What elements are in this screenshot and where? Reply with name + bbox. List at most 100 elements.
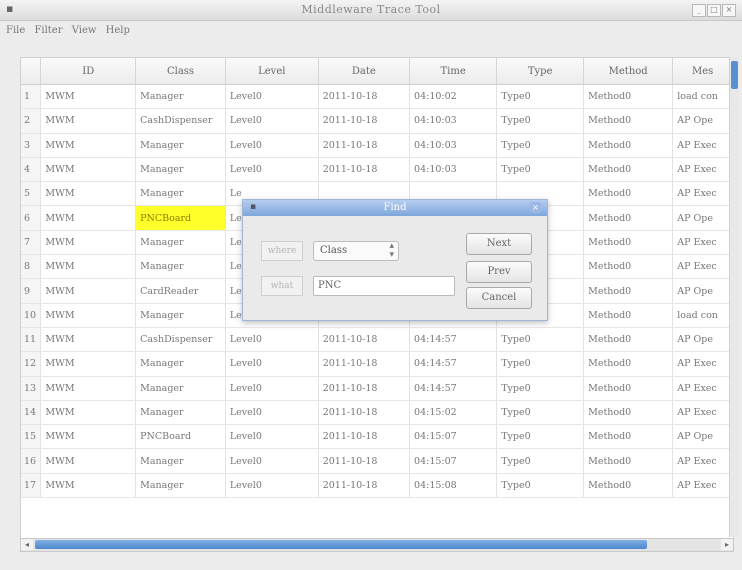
- table-cell[interactable]: Level0: [225, 448, 319, 474]
- row-number[interactable]: 15: [21, 424, 42, 450]
- table-cell[interactable]: Level0: [225, 108, 319, 134]
- table-row[interactable]: 14 MWM Manager Level0 2011-10-18 04:15:02 Type…: [21, 400, 733, 426]
- table-cell[interactable]: Method0: [583, 351, 674, 377]
- table-cell[interactable]: CashDispenser: [135, 327, 226, 353]
- table-cell[interactable]: Type0: [496, 84, 585, 110]
- vertical-scroll-thumb[interactable]: [731, 61, 738, 89]
- table-cell[interactable]: 2011-10-18: [318, 108, 411, 134]
- table-cell[interactable]: AP Exec: [672, 133, 733, 158]
- table-row[interactable]: 2 MWM CashDispenser Level0 2011-10-18 04:10:0…: [21, 108, 733, 134]
- table-row[interactable]: 1 MWM Manager Level0 2011-10-18 04:10:02 Type0…: [21, 84, 733, 110]
- table-cell[interactable]: Method0: [583, 205, 674, 231]
- table-cell[interactable]: Level0: [225, 327, 319, 353]
- table-cell[interactable]: AP Exec: [672, 157, 733, 183]
- table-cell[interactable]: AP Exec: [672, 473, 733, 499]
- table-cell[interactable]: Manager: [135, 303, 226, 328]
- table-cell[interactable]: MWM: [40, 181, 137, 207]
- where-select[interactable]: Class ▴ ▾: [313, 241, 399, 261]
- table-cell[interactable]: Level0: [225, 351, 319, 377]
- table-cell[interactable]: AP Exec: [672, 351, 733, 377]
- table-cell[interactable]: Manager: [135, 351, 226, 377]
- what-input[interactable]: PNC: [313, 276, 455, 296]
- table-cell[interactable]: Method0: [583, 254, 674, 280]
- table-cell[interactable]: AP Exec: [672, 254, 733, 280]
- table-cell[interactable]: MWM: [40, 351, 137, 377]
- table-cell[interactable]: Manager: [135, 133, 226, 158]
- table-cell[interactable]: Type0: [496, 400, 585, 426]
- table-row[interactable]: 15 MWM PNCBoard Level0 2011-10-18 04:15:07 Typ…: [21, 424, 733, 450]
- table-cell[interactable]: Level0: [225, 133, 319, 158]
- table-cell[interactable]: Level0: [225, 84, 319, 110]
- table-cell[interactable]: Manager: [135, 473, 226, 499]
- table-row[interactable]: 12 MWM Manager Level0 2011-10-18 04:14:57 Type…: [21, 351, 733, 377]
- table-cell[interactable]: MWM: [40, 424, 137, 450]
- table-cell[interactable]: Method0: [583, 327, 674, 353]
- table-cell[interactable]: 2011-10-18: [318, 84, 411, 110]
- table-cell[interactable]: AP Ope: [672, 424, 733, 450]
- column-header-method[interactable]: Method: [583, 58, 674, 85]
- table-cell[interactable]: Method0: [583, 303, 674, 328]
- table-cell[interactable]: AP Exec: [672, 448, 733, 474]
- table-cell[interactable]: 04:10:03: [409, 108, 498, 134]
- row-number[interactable]: 5: [21, 181, 42, 207]
- table-cell[interactable]: 2011-10-18: [318, 351, 411, 377]
- table-cell[interactable]: Method0: [583, 448, 674, 474]
- table-cell[interactable]: PNCBoard: [135, 205, 226, 231]
- column-header-id[interactable]: ID: [40, 58, 137, 85]
- table-cell[interactable]: MWM: [40, 230, 137, 256]
- maximize-button[interactable]: □: [707, 4, 721, 17]
- table-row[interactable]: 11 MWM CashDispenser Level0 2011-10-18 04:14:…: [21, 327, 733, 353]
- column-header-mes[interactable]: Mes: [672, 58, 733, 85]
- minimize-button[interactable]: _: [692, 4, 706, 17]
- table-cell[interactable]: MWM: [40, 400, 137, 426]
- table-cell[interactable]: Manager: [135, 400, 226, 426]
- table-cell[interactable]: AP Exec: [672, 230, 733, 256]
- table-cell[interactable]: Manager: [135, 157, 226, 183]
- table-cell[interactable]: 2011-10-18: [318, 473, 411, 499]
- table-cell[interactable]: 04:14:57: [409, 376, 498, 401]
- table-cell[interactable]: Type0: [496, 376, 585, 401]
- table-cell[interactable]: Method0: [583, 278, 674, 304]
- table-row[interactable]: 4 MWM Manager Level0 2011-10-18 04:10:03 Type0…: [21, 157, 733, 183]
- table-cell[interactable]: Method0: [583, 424, 674, 450]
- row-number[interactable]: 8: [21, 254, 42, 280]
- row-number[interactable]: 9: [21, 278, 42, 304]
- table-cell[interactable]: MWM: [40, 84, 137, 110]
- table-row[interactable]: 13 MWM Manager Level0 2011-10-18 04:14:57 Type…: [21, 376, 733, 401]
- table-cell[interactable]: 2011-10-18: [318, 424, 411, 450]
- scroll-right-icon[interactable]: ▸: [721, 539, 733, 550]
- row-number[interactable]: 10: [21, 303, 42, 328]
- table-cell[interactable]: 2011-10-18: [318, 327, 411, 353]
- table-cell[interactable]: Level0: [225, 400, 319, 426]
- table-cell[interactable]: Type0: [496, 424, 585, 450]
- row-number[interactable]: 6: [21, 205, 42, 231]
- table-cell[interactable]: Manager: [135, 230, 226, 256]
- table-cell[interactable]: Manager: [135, 376, 226, 401]
- dialog-close-icon[interactable]: ×: [530, 202, 541, 213]
- table-cell[interactable]: MWM: [40, 327, 137, 353]
- table-cell[interactable]: load con: [672, 303, 733, 328]
- table-cell[interactable]: 04:10:03: [409, 133, 498, 158]
- row-number[interactable]: 3: [21, 133, 42, 158]
- menu-view[interactable]: View: [72, 25, 97, 36]
- table-cell[interactable]: Type0: [496, 473, 585, 499]
- table-cell[interactable]: Method0: [583, 230, 674, 256]
- column-header-time[interactable]: Time: [409, 58, 498, 85]
- table-cell[interactable]: 04:14:57: [409, 351, 498, 377]
- table-cell[interactable]: Manager: [135, 448, 226, 474]
- table-cell[interactable]: PNCBoard: [135, 424, 226, 450]
- table-cell[interactable]: Type0: [496, 108, 585, 134]
- table-cell[interactable]: Method0: [583, 108, 674, 134]
- table-cell[interactable]: AP Ope: [672, 108, 733, 134]
- table-cell[interactable]: MWM: [40, 254, 137, 280]
- table-cell[interactable]: Method0: [583, 133, 674, 158]
- table-cell[interactable]: 2011-10-18: [318, 157, 411, 183]
- table-cell[interactable]: MWM: [40, 157, 137, 183]
- table-cell[interactable]: 04:15:07: [409, 448, 498, 474]
- table-cell[interactable]: CardReader: [135, 278, 226, 304]
- table-cell[interactable]: Method0: [583, 157, 674, 183]
- column-header-type[interactable]: Type: [496, 58, 585, 85]
- horizontal-scroll-thumb[interactable]: [35, 540, 647, 549]
- table-cell[interactable]: CashDispenser: [135, 108, 226, 134]
- row-number[interactable]: 13: [21, 376, 42, 401]
